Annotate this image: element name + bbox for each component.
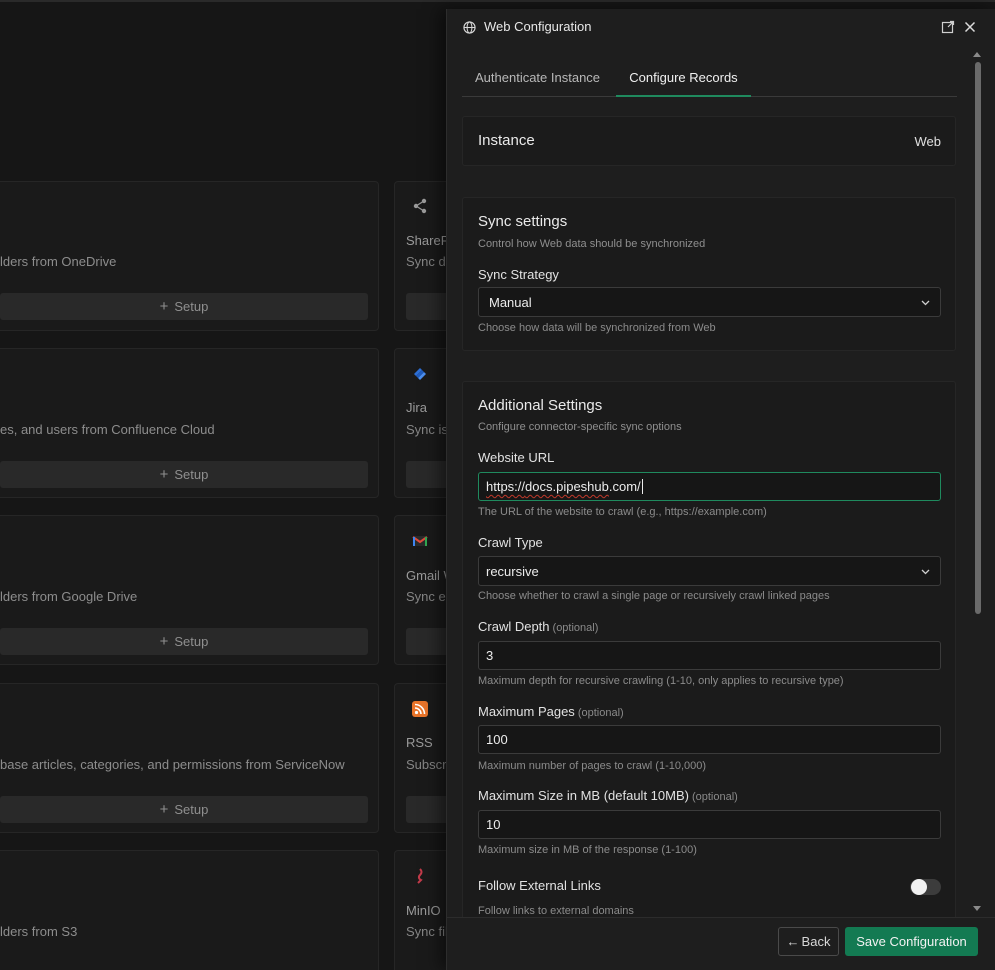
text-cursor	[641, 479, 643, 494]
back-arrow-icon: ←	[786, 934, 800, 949]
chevron-down-icon	[921, 300, 930, 306]
top-divider	[0, 0, 995, 2]
connector-title: RSS	[406, 735, 433, 750]
connector-card	[0, 850, 379, 970]
web-configuration-dialog: Web Configuration Authenticate Instance …	[446, 9, 995, 970]
save-configuration-button[interactable]: Save Configuration	[845, 927, 978, 956]
connector-subtitle: Subscri	[406, 757, 450, 772]
connector-subtitle: Sync fil	[406, 924, 448, 939]
rss-icon	[412, 701, 428, 717]
sync-strategy-help: Choose how data will be synchronized fro…	[478, 322, 716, 334]
connector-description: lders from S3	[0, 924, 78, 939]
crawl-type-select[interactable]: recursive	[478, 556, 941, 586]
website-url-value-c: .com/	[608, 479, 641, 494]
crawl-depth-help: Maximum depth for recursive crawling (1-…	[478, 675, 844, 687]
connector-description: es, and users from Confluence Cloud	[0, 422, 215, 437]
max-pages-label-text: Maximum Pages	[478, 704, 575, 719]
setup-label: Setup	[174, 299, 209, 314]
max-size-label: Maximum Size in MB (default 10MB) (option…	[478, 788, 738, 803]
setup-button[interactable]: + Setup	[0, 293, 368, 320]
website-url-label: Website URL	[478, 450, 555, 465]
sync-settings-heading: Sync settings	[478, 213, 568, 230]
crawl-depth-label-text: Crawl Depth	[478, 619, 550, 634]
max-pages-value: 100	[486, 732, 508, 747]
setup-label: Setup	[174, 467, 209, 482]
connector-subtitle: Sync is	[406, 422, 448, 437]
scroll-up-arrow[interactable]	[973, 52, 981, 57]
connector-title: ShareP	[406, 233, 450, 248]
setup-label: Setup	[174, 634, 209, 649]
follow-external-links-label: Follow External Links	[478, 878, 601, 893]
jira-icon	[414, 368, 426, 380]
connector-title: Jira	[406, 400, 427, 415]
minio-icon	[417, 868, 423, 884]
max-pages-input[interactable]: 100	[478, 725, 941, 754]
additional-settings-subheading: Configure connector-specific sync option…	[478, 421, 682, 433]
additional-settings-heading: Additional Settings	[478, 397, 603, 414]
max-size-input[interactable]: 10	[478, 810, 941, 839]
toggle-knob	[911, 879, 927, 895]
crawl-depth-input[interactable]: 3	[478, 641, 941, 670]
chevron-down-icon	[921, 569, 930, 575]
share-icon	[413, 198, 427, 214]
globe-icon	[463, 21, 476, 34]
sync-strategy-select[interactable]: Manual	[478, 287, 941, 317]
crawl-type-help: Choose whether to crawl a single page or…	[478, 590, 830, 602]
max-pages-help: Maximum number of pages to crawl (1-10,0…	[478, 760, 707, 772]
close-icon[interactable]	[963, 20, 977, 34]
app-root: lders from OneDrive + Setup ShareP Sync d…	[0, 0, 995, 970]
instance-label: Instance	[478, 132, 535, 149]
connector-subtitle: Sync er	[406, 589, 451, 604]
follow-external-links-help: Follow links to external domains	[478, 905, 634, 917]
dialog-title: Web Configuration	[484, 19, 592, 34]
crawl-type-value: recursive	[486, 563, 539, 579]
sync-strategy-label: Sync Strategy	[478, 267, 559, 282]
website-url-help: The URL of the website to crawl (e.g., h…	[478, 506, 767, 518]
connector-description: lders from Google Drive	[0, 589, 138, 604]
max-size-help: Maximum size in MB of the response (1-10…	[478, 844, 697, 856]
tab-authenticate-instance[interactable]: Authenticate Instance	[475, 57, 600, 97]
open-external-icon[interactable]	[941, 20, 955, 34]
setup-label: Setup	[174, 802, 209, 817]
max-size-label-text: Maximum Size in MB (default 10MB)	[478, 788, 689, 803]
sync-settings-section: Sync settings Control how Web data shoul…	[462, 197, 956, 351]
follow-external-links-toggle[interactable]	[910, 879, 941, 895]
optional-tag: (optional)	[691, 791, 738, 803]
instance-value: Web	[914, 134, 942, 149]
sync-strategy-value: Manual	[489, 294, 532, 310]
connector-title: MinIO	[406, 903, 441, 918]
optional-tag: (optional)	[577, 707, 624, 719]
scroll-down-arrow[interactable]	[973, 906, 981, 911]
instance-section: Instance Web	[462, 116, 956, 166]
setup-button[interactable]: + Setup	[0, 628, 368, 655]
scrollbar-thumb[interactable]	[975, 62, 981, 614]
max-size-value: 10	[486, 817, 501, 832]
plus-icon: +	[159, 298, 169, 315]
dialog-header: Web Configuration	[447, 9, 995, 47]
connector-description: lders from OneDrive	[0, 254, 117, 269]
crawl-depth-label: Crawl Depth (optional)	[478, 619, 598, 634]
gmail-icon	[412, 536, 428, 546]
max-pages-label: Maximum Pages (optional)	[478, 704, 624, 719]
plus-icon: +	[159, 801, 169, 818]
dialog-footer: ← Back Save Configuration	[447, 917, 995, 970]
website-url-value-a: https://	[486, 479, 526, 494]
sync-settings-subheading: Control how Web data should be synchroni…	[478, 238, 706, 250]
back-button[interactable]: ← Back	[778, 927, 839, 956]
active-tab-indicator	[616, 95, 751, 97]
additional-settings-section: Additional Settings Configure connector-…	[462, 381, 956, 941]
plus-icon: +	[159, 633, 169, 650]
crawl-type-label: Crawl Type	[478, 535, 543, 550]
tab-bar: Authenticate Instance Configure Records	[462, 57, 957, 97]
setup-button[interactable]: + Setup	[0, 796, 368, 823]
tab-configure-records[interactable]: Configure Records	[616, 57, 751, 97]
website-url-input[interactable]: https://docs.pipeshub .com/	[478, 472, 941, 501]
plus-icon: +	[159, 466, 169, 483]
website-url-value-b: docs.pipeshub	[525, 479, 609, 494]
crawl-depth-value: 3	[486, 648, 494, 663]
optional-tag: (optional)	[552, 622, 599, 634]
back-label: Back	[801, 934, 831, 949]
connector-description: base articles, categories, and permissio…	[0, 757, 345, 772]
setup-button[interactable]: + Setup	[0, 461, 368, 488]
